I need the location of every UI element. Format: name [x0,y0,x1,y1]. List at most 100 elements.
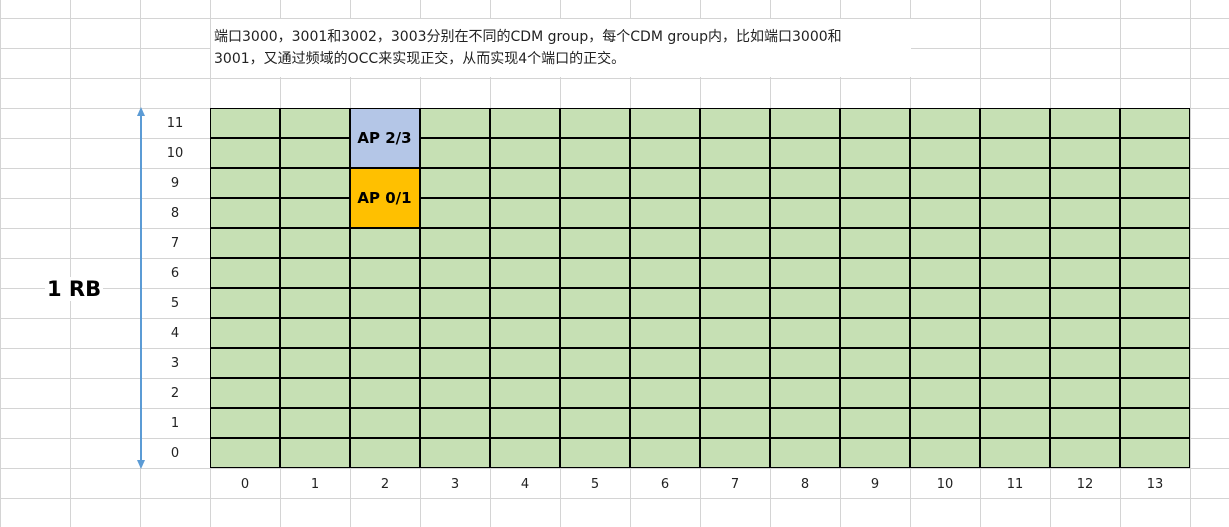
resource-element [349,257,420,288]
resource-element [1119,197,1190,228]
y-tick-label: 5 [170,296,180,311]
resource-element [209,407,280,438]
resource-element [279,347,350,378]
resource-element [349,437,420,468]
resource-element [1049,167,1120,198]
x-tick-label: 4 [520,477,530,492]
resource-element [1049,197,1120,228]
resource-element [279,197,350,228]
resource-element [1049,107,1120,138]
resource-element [769,197,840,228]
resource-element [839,167,910,198]
note-line-1: 端口3000，3001和3002，3003分别在不同的CDM group，每个C… [214,29,842,45]
resource-element [209,197,280,228]
resource-element [979,287,1050,318]
resource-element [629,107,700,138]
resource-element [419,287,490,318]
x-tick-label: 5 [590,477,600,492]
resource-element [979,257,1050,288]
resource-element [979,107,1050,138]
y-tick-label: 9 [170,176,180,191]
antenna-port-block: AP 0/1 [349,167,420,228]
resource-element [1049,227,1120,258]
resource-element [839,287,910,318]
x-tick-label: 0 [240,477,250,492]
resource-element [419,257,490,288]
resource-element [209,347,280,378]
resource-element [419,137,490,168]
resource-element [419,377,490,408]
resource-element [419,407,490,438]
resource-element [279,317,350,348]
resource-element [419,107,490,138]
resource-element [909,197,980,228]
resource-element [979,167,1050,198]
resource-element [629,377,700,408]
resource-element [909,347,980,378]
y-tick-label: 2 [170,386,180,401]
resource-element [629,167,700,198]
resource-element [629,347,700,378]
resource-element [699,407,770,438]
resource-element [279,407,350,438]
resource-element [629,227,700,258]
resource-element [559,287,630,318]
resource-element [209,287,280,318]
resource-element [1049,287,1120,318]
resource-element [979,347,1050,378]
resource-element [279,437,350,468]
resource-element [349,287,420,318]
note-line-2: 3001，又通过频域的OCC来实现正交，从而实现4个端口的正交。 [214,51,626,67]
resource-element [349,347,420,378]
x-tick-label: 8 [800,477,810,492]
resource-element [769,167,840,198]
x-tick-label: 3 [450,477,460,492]
x-tick-label: 10 [936,477,954,492]
resource-element [839,437,910,468]
resource-element [349,407,420,438]
resource-element [769,377,840,408]
y-tick-label: 10 [166,146,184,161]
resource-element [769,107,840,138]
resource-element [839,197,910,228]
resource-element [769,437,840,468]
y-tick-label: 8 [170,206,180,221]
resource-element [839,107,910,138]
resource-element [349,227,420,258]
resource-element [1049,137,1120,168]
resource-element [699,287,770,318]
resource-element [209,167,280,198]
resource-element [1119,317,1190,348]
resource-element [699,377,770,408]
resource-element [1049,407,1120,438]
resource-element [489,137,560,168]
resource-element [629,137,700,168]
resource-element [279,287,350,318]
resource-element [699,437,770,468]
resource-element [909,227,980,258]
resource-element [1049,377,1120,408]
y-tick-label: 6 [170,266,180,281]
resource-element [419,227,490,258]
resource-element [1119,377,1190,408]
resource-element [559,317,630,348]
resource-element [419,167,490,198]
resource-element [559,437,630,468]
resource-element [629,197,700,228]
resource-element [419,347,490,378]
resource-element [979,197,1050,228]
resource-element [909,257,980,288]
resource-element [909,137,980,168]
resource-element [559,167,630,198]
resource-element [489,287,560,318]
resource-element [629,407,700,438]
resource-element [559,107,630,138]
resource-element [629,287,700,318]
resource-element [559,257,630,288]
resource-element [769,227,840,258]
resource-element [209,257,280,288]
resource-element [629,317,700,348]
resource-element [559,407,630,438]
resource-element [699,317,770,348]
resource-element [699,227,770,258]
